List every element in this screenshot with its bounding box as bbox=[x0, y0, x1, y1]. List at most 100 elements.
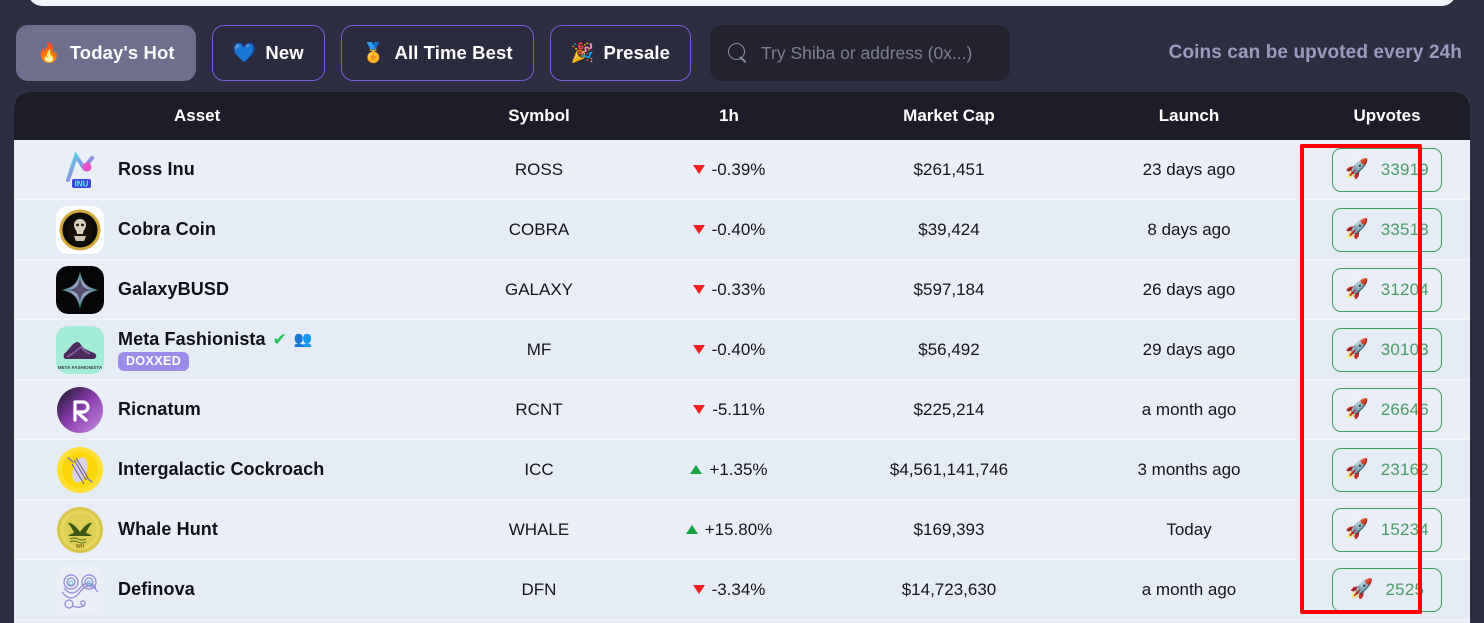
upvote-count: 26646 bbox=[1380, 399, 1429, 419]
asset-cell[interactable]: Definova bbox=[14, 565, 444, 614]
asset-cell[interactable]: META FASHIONISTA Meta Fashionista ✔ 👥 DO… bbox=[14, 325, 444, 374]
column-header-launch: Launch bbox=[1158, 106, 1220, 125]
launch-cell: Today bbox=[1166, 519, 1212, 539]
asset-cell[interactable]: GalaxyBUSD bbox=[14, 265, 444, 314]
symbol-cell: GALAXY bbox=[504, 279, 574, 299]
symbol-cell: WHALE bbox=[508, 519, 570, 539]
search-box[interactable] bbox=[709, 25, 1010, 81]
upvote-button[interactable]: 🚀 30103 bbox=[1332, 327, 1442, 372]
change-1h-value-group: +1.35% bbox=[690, 460, 768, 480]
change-down-icon bbox=[692, 225, 705, 234]
asset-text: Whale Hunt bbox=[118, 519, 218, 540]
table-row[interactable]: GalaxyBUSD GALAXY -0.33% $597,184 26 day… bbox=[14, 260, 1470, 320]
change-1h-value: -0.40% bbox=[711, 339, 766, 359]
table-row[interactable]: Cobra Coin COBRA -0.40% $39,424 8 days a… bbox=[14, 200, 1470, 260]
upvote-button[interactable]: 🚀 33919 bbox=[1332, 147, 1442, 192]
rocket-icon: 🚀 bbox=[1345, 399, 1369, 420]
filter-all-time-best[interactable]: 🏅 All Time Best bbox=[340, 25, 534, 81]
market-cap-cell: $225,214 bbox=[913, 399, 985, 419]
asset-cell[interactable]: Cobra Coin bbox=[14, 205, 444, 254]
asset-text: Definova bbox=[118, 579, 195, 600]
change-1h-cell: -3.34% bbox=[634, 580, 824, 600]
asset-name: Whale Hunt bbox=[118, 519, 218, 539]
change-1h-value: -3.34% bbox=[711, 579, 766, 599]
filter-todays-hot[interactable]: 🔥 Today's Hot bbox=[16, 25, 196, 81]
symbol-cell: COBRA bbox=[508, 219, 570, 239]
asset-name: Cobra Coin bbox=[118, 219, 216, 239]
launch-cell: 29 days ago bbox=[1142, 339, 1236, 359]
change-1h-value: +15.80% bbox=[704, 519, 773, 539]
rocket-icon: 🚀 bbox=[1345, 339, 1369, 360]
market-cap-cell: $169,393 bbox=[913, 519, 985, 539]
rocket-icon: 🚀 bbox=[1345, 459, 1369, 480]
launch-cell: a month ago bbox=[1141, 399, 1237, 419]
upvote-count: 30103 bbox=[1380, 339, 1429, 359]
change-1h-value-group: -5.11% bbox=[693, 400, 765, 420]
asset-name: Definova bbox=[118, 579, 195, 599]
trophy-medal-icon: 🏅 bbox=[361, 42, 386, 64]
table-row[interactable]: WH Whale Hunt WHALE +15.80% $169,393 Tod… bbox=[14, 500, 1470, 560]
table-row[interactable]: Ricnatum RCNT -5.11% $225,214 a month ag… bbox=[14, 380, 1470, 440]
symbol-cell: ICC bbox=[524, 459, 554, 479]
market-cap-cell: $39,424 bbox=[918, 219, 980, 239]
change-down-icon bbox=[693, 405, 706, 414]
change-down-icon bbox=[692, 165, 705, 174]
asset-name: Ross Inu bbox=[118, 159, 195, 179]
symbol-cell: DFN bbox=[521, 579, 557, 599]
filter-new-label: New bbox=[265, 42, 304, 63]
filter-all-time-best-label: All Time Best bbox=[394, 42, 513, 63]
asset-name-line: Whale Hunt bbox=[118, 519, 218, 540]
asset-text: Ross Inu bbox=[118, 159, 195, 180]
market-cap-cell: $597,184 bbox=[913, 279, 985, 299]
asset-name-line: Intergalactic Cockroach bbox=[118, 459, 324, 480]
search-input[interactable] bbox=[760, 42, 992, 64]
svg-text:META FASHIONISTA: META FASHIONISTA bbox=[58, 365, 103, 370]
upvotes-cell: 🚀 31204 bbox=[1304, 267, 1470, 312]
filter-new[interactable]: 💙 New bbox=[211, 25, 325, 81]
galaxybusd-logo bbox=[56, 265, 104, 314]
table-row[interactable]: META FASHIONISTA Meta Fashionista ✔ 👥 DO… bbox=[14, 320, 1470, 380]
asset-cell[interactable]: Ricnatum bbox=[14, 386, 444, 434]
asset-cell[interactable]: INU Ross Inu bbox=[14, 145, 444, 194]
filter-presale[interactable]: 🎉 Presale bbox=[549, 25, 691, 81]
asset-cell[interactable]: WH Whale Hunt bbox=[14, 506, 444, 554]
ricnatum-logo bbox=[56, 386, 104, 434]
launch-cell: 26 days ago bbox=[1142, 279, 1236, 299]
upvotes-cell: 🚀 26646 bbox=[1304, 387, 1470, 432]
change-1h-cell: +15.80% bbox=[634, 520, 824, 540]
upvote-button[interactable]: 🚀 2525 bbox=[1332, 567, 1442, 612]
table-row[interactable]: INU Ross Inu ROSS -0.39% $261,451 23 day… bbox=[14, 140, 1470, 200]
asset-name-line: Ricnatum bbox=[118, 399, 201, 420]
asset-text: Meta Fashionista ✔ 👥 DOXXED bbox=[118, 329, 313, 371]
verified-check-icon: ✔ bbox=[272, 329, 287, 349]
upvote-button[interactable]: 🚀 33518 bbox=[1332, 207, 1442, 252]
upvote-button[interactable]: 🚀 15234 bbox=[1332, 507, 1442, 552]
column-header-upvotes: Upvotes bbox=[1353, 106, 1421, 125]
upvote-count: 23162 bbox=[1380, 459, 1429, 479]
doxxed-badge: DOXXED bbox=[118, 351, 190, 371]
asset-cell[interactable]: Intergalactic Cockroach bbox=[14, 446, 444, 494]
asset-name: Meta Fashionista bbox=[118, 328, 266, 349]
upvote-button[interactable]: 🚀 26646 bbox=[1332, 387, 1442, 432]
rocket-icon: 🚀 bbox=[1345, 279, 1369, 300]
change-1h-value-group: -0.40% bbox=[692, 220, 765, 240]
change-up-icon bbox=[685, 525, 698, 534]
upvote-count: 15234 bbox=[1380, 519, 1429, 539]
blue-heart-icon: 💙 bbox=[232, 42, 257, 64]
table-row[interactable]: Intergalactic Cockroach ICC +1.35% $4,56… bbox=[14, 440, 1470, 500]
upvotes-cell: 🚀 15234 bbox=[1304, 507, 1470, 552]
whale-hunt-logo: WH bbox=[56, 506, 104, 554]
rocket-icon: 🚀 bbox=[1345, 159, 1369, 180]
upvotes-cell: 🚀 33919 bbox=[1304, 147, 1470, 192]
asset-name-line: Ross Inu bbox=[118, 159, 195, 180]
asset-name-line: Definova bbox=[118, 579, 195, 600]
community-people-icon: 👥 bbox=[293, 330, 313, 348]
upvote-button[interactable]: 🚀 31204 bbox=[1332, 267, 1442, 312]
table-row[interactable]: Definova DFN -3.34% $14,723,630 a month … bbox=[14, 560, 1470, 620]
change-1h-cell: -5.11% bbox=[634, 400, 824, 420]
upvote-count: 33518 bbox=[1380, 219, 1429, 239]
change-1h-cell: -0.39% bbox=[634, 160, 824, 180]
market-cap-cell: $261,451 bbox=[913, 159, 985, 179]
change-1h-value: -5.11% bbox=[712, 399, 765, 419]
upvote-button[interactable]: 🚀 23162 bbox=[1332, 447, 1442, 492]
